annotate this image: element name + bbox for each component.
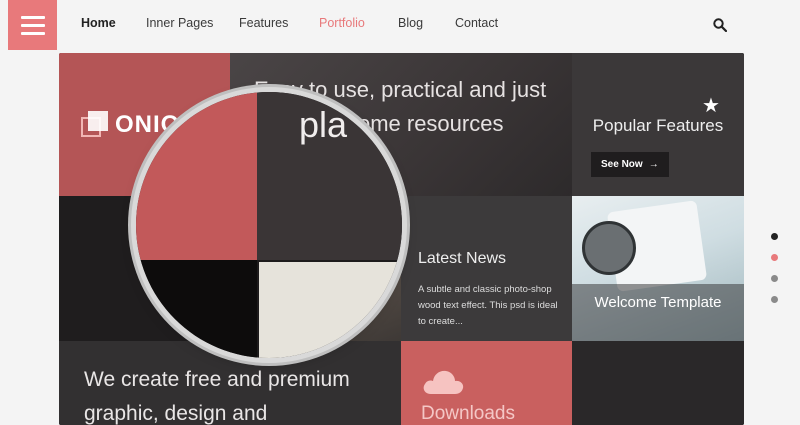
pager-dot[interactable] — [771, 233, 778, 240]
pager-dots — [771, 233, 778, 303]
magnifier-lens: pla — [136, 92, 402, 358]
logo-icon — [81, 111, 109, 139]
nav-home[interactable]: Home — [81, 16, 116, 30]
nav-portfolio[interactable]: Portfolio — [319, 16, 365, 30]
pager-dot-active[interactable] — [771, 254, 778, 261]
hamburger-icon — [20, 15, 45, 19]
cloud-icon — [423, 370, 464, 394]
nav-inner-pages[interactable]: Inner Pages — [146, 16, 213, 30]
nav-contact[interactable]: Contact — [455, 16, 498, 30]
dark-tile-2 — [572, 341, 744, 425]
downloads-tile[interactable]: Downloads — [401, 341, 572, 425]
camera-lens-image — [582, 221, 636, 275]
welcome-template-tile[interactable]: Welcome Template — [572, 196, 744, 341]
downloads-title: Downloads — [421, 403, 515, 424]
arrow-right-icon: → — [648, 159, 659, 170]
latest-news-tile[interactable]: Latest News A subtle and classic photo-s… — [401, 196, 572, 341]
see-now-button[interactable]: See Now → — [591, 152, 669, 177]
nav-blog[interactable]: Blog — [398, 16, 423, 30]
pager-dot[interactable] — [771, 275, 778, 282]
popular-features-title: Popular Features — [592, 116, 724, 135]
latest-news-text: A subtle and classic photo-shop wood tex… — [418, 284, 558, 327]
search-icon[interactable] — [713, 18, 727, 32]
magnifier-text: pla — [299, 104, 348, 145]
welcome-template-title: Welcome Template — [594, 294, 722, 311]
nav-features[interactable]: Features — [239, 16, 288, 30]
see-now-label: See Now — [601, 159, 643, 170]
menu-button[interactable] — [8, 0, 57, 50]
latest-news-title: Latest News — [418, 250, 507, 267]
create-text: We create free and premium graphic, desi… — [84, 368, 350, 425]
popular-features-tile[interactable]: ★ Popular Features See Now → — [572, 53, 744, 196]
pager-dot[interactable] — [771, 296, 778, 303]
star-icon: ★ — [702, 95, 720, 117]
